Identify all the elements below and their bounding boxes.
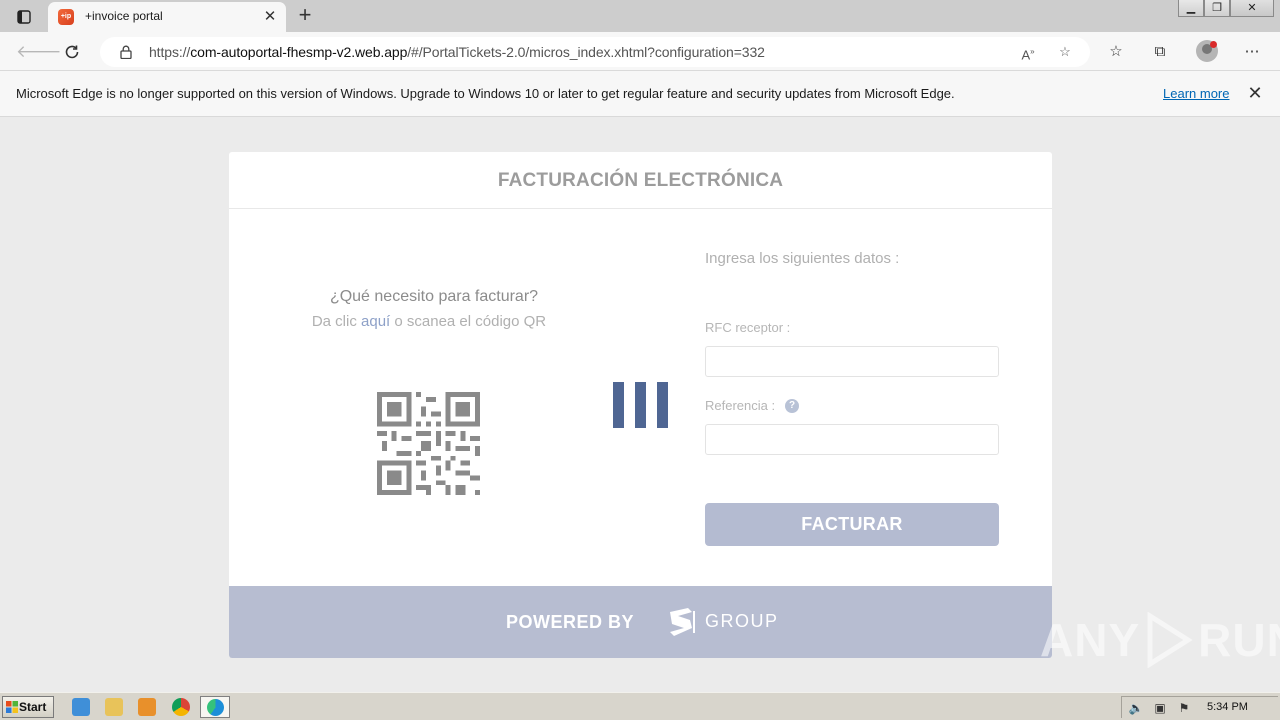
system-tray: 🔈 ▣ ⚑ — [1121, 696, 1278, 718]
url-text: https://com-autoportal-fhesmp-v2.web.app… — [149, 44, 765, 60]
reference-label: Referencia : — [705, 398, 776, 413]
rfc-input[interactable] — [705, 346, 999, 377]
collections-icon[interactable]: ⧉ — [1148, 40, 1172, 64]
browser-toolbar: 🡐 https://com-autoportal-fhesmp-v2.web.a… — [0, 32, 1280, 71]
volume-icon[interactable]: 🔈 — [1128, 701, 1144, 715]
edge-icon — [207, 699, 224, 716]
refresh-button[interactable] — [60, 40, 84, 64]
minimize-icon: ▁ — [1186, 2, 1196, 14]
address-bar[interactable]: https://com-autoportal-fhesmp-v2.web.app… — [100, 37, 1090, 67]
clock: 5:34 PM — [1207, 701, 1248, 713]
more-menu-icon[interactable]: ⋯ — [1240, 40, 1264, 64]
requirements-question: ¿Qué necesito para facturar? — [329, 288, 539, 305]
tab-title: +invoice portal — [85, 9, 163, 23]
learn-more-link[interactable]: Learn more — [1163, 86, 1229, 101]
help-icon[interactable]: ? — [785, 399, 799, 413]
requirements-hint: Da clic aquí o scanea el código QR — [311, 313, 547, 330]
chrome-icon[interactable] — [172, 698, 190, 716]
restore-button[interactable]: ❐ — [1204, 0, 1230, 17]
card-header: FACTURACIÓN ELECTRÓNICA — [229, 152, 1052, 209]
qr-code-image — [377, 392, 480, 495]
s-group-logo-icon — [670, 608, 695, 636]
flag-icon[interactable]: ⚑ — [1176, 701, 1192, 715]
tab-actions-button[interactable] — [8, 6, 40, 28]
lock-icon — [120, 45, 132, 59]
explorer-icon[interactable] — [105, 698, 123, 716]
loading-bar — [635, 382, 646, 428]
loading-bar — [613, 382, 624, 428]
profile-status-icon — [1210, 41, 1217, 48]
windows-logo-icon — [6, 701, 18, 713]
close-window-button[interactable]: ✕ — [1230, 0, 1274, 17]
media-player-icon[interactable] — [138, 698, 156, 716]
favicon-icon: +ip — [58, 9, 74, 25]
favorites-icon[interactable]: ☆ — [1104, 40, 1128, 64]
anyrun-watermark: ANY RUN — [1040, 612, 1280, 668]
page-title: FACTURACIÓN ELECTRÓNICA — [497, 170, 784, 191]
card-footer: POWERED BY GROUP — [229, 586, 1052, 658]
ie-icon[interactable] — [72, 698, 90, 716]
window-controls: ▁ ❐ ✕ — [1178, 0, 1274, 18]
facturar-button[interactable]: FACTURAR — [705, 503, 999, 546]
edge-taskbar-button[interactable] — [200, 696, 230, 718]
back-button[interactable]: 🡐 — [16, 40, 62, 64]
close-icon: ✕ — [1247, 2, 1257, 14]
browser-tab[interactable]: +ip +invoice portal ✕ — [48, 2, 286, 32]
reference-input[interactable] — [705, 424, 999, 455]
here-link[interactable]: aquí — [361, 313, 390, 330]
group-text: GROUP — [705, 611, 779, 631]
form-title: Ingresa los siguientes datos : — [705, 250, 900, 267]
taskbar: Start 🔈 ▣ ⚑ 5:34 PM — [0, 692, 1280, 720]
play-logo-icon — [1147, 612, 1193, 668]
restore-icon: ❐ — [1212, 2, 1222, 14]
notification-message: Microsoft Edge is no longer supported on… — [16, 86, 955, 101]
refresh-icon — [65, 45, 79, 59]
read-aloud-icon[interactable]: A» — [1018, 43, 1038, 62]
tab-strip: +ip +invoice portal ✕ + ▁ ❐ ✕ — [0, 0, 1280, 32]
network-icon[interactable]: ▣ — [1152, 701, 1168, 715]
new-tab-button[interactable]: + — [292, 4, 318, 28]
invoice-card: FACTURACIÓN ELECTRÓNICA ¿Qué necesito pa… — [229, 152, 1052, 658]
start-button[interactable]: Start — [2, 696, 54, 718]
add-favorite-icon[interactable]: ☆ — [1055, 43, 1075, 61]
tab-actions-icon — [17, 10, 31, 24]
powered-by-text: POWERED BY — [506, 612, 635, 632]
notification-bar: Microsoft Edge is no longer supported on… — [0, 71, 1280, 117]
minimize-button[interactable]: ▁ — [1178, 0, 1204, 17]
tab-close-icon[interactable]: ✕ — [262, 8, 278, 26]
loading-bar — [657, 382, 668, 428]
rfc-label: RFC receptor : — [705, 320, 791, 335]
close-notification-icon[interactable]: ✕ — [1245, 83, 1265, 103]
